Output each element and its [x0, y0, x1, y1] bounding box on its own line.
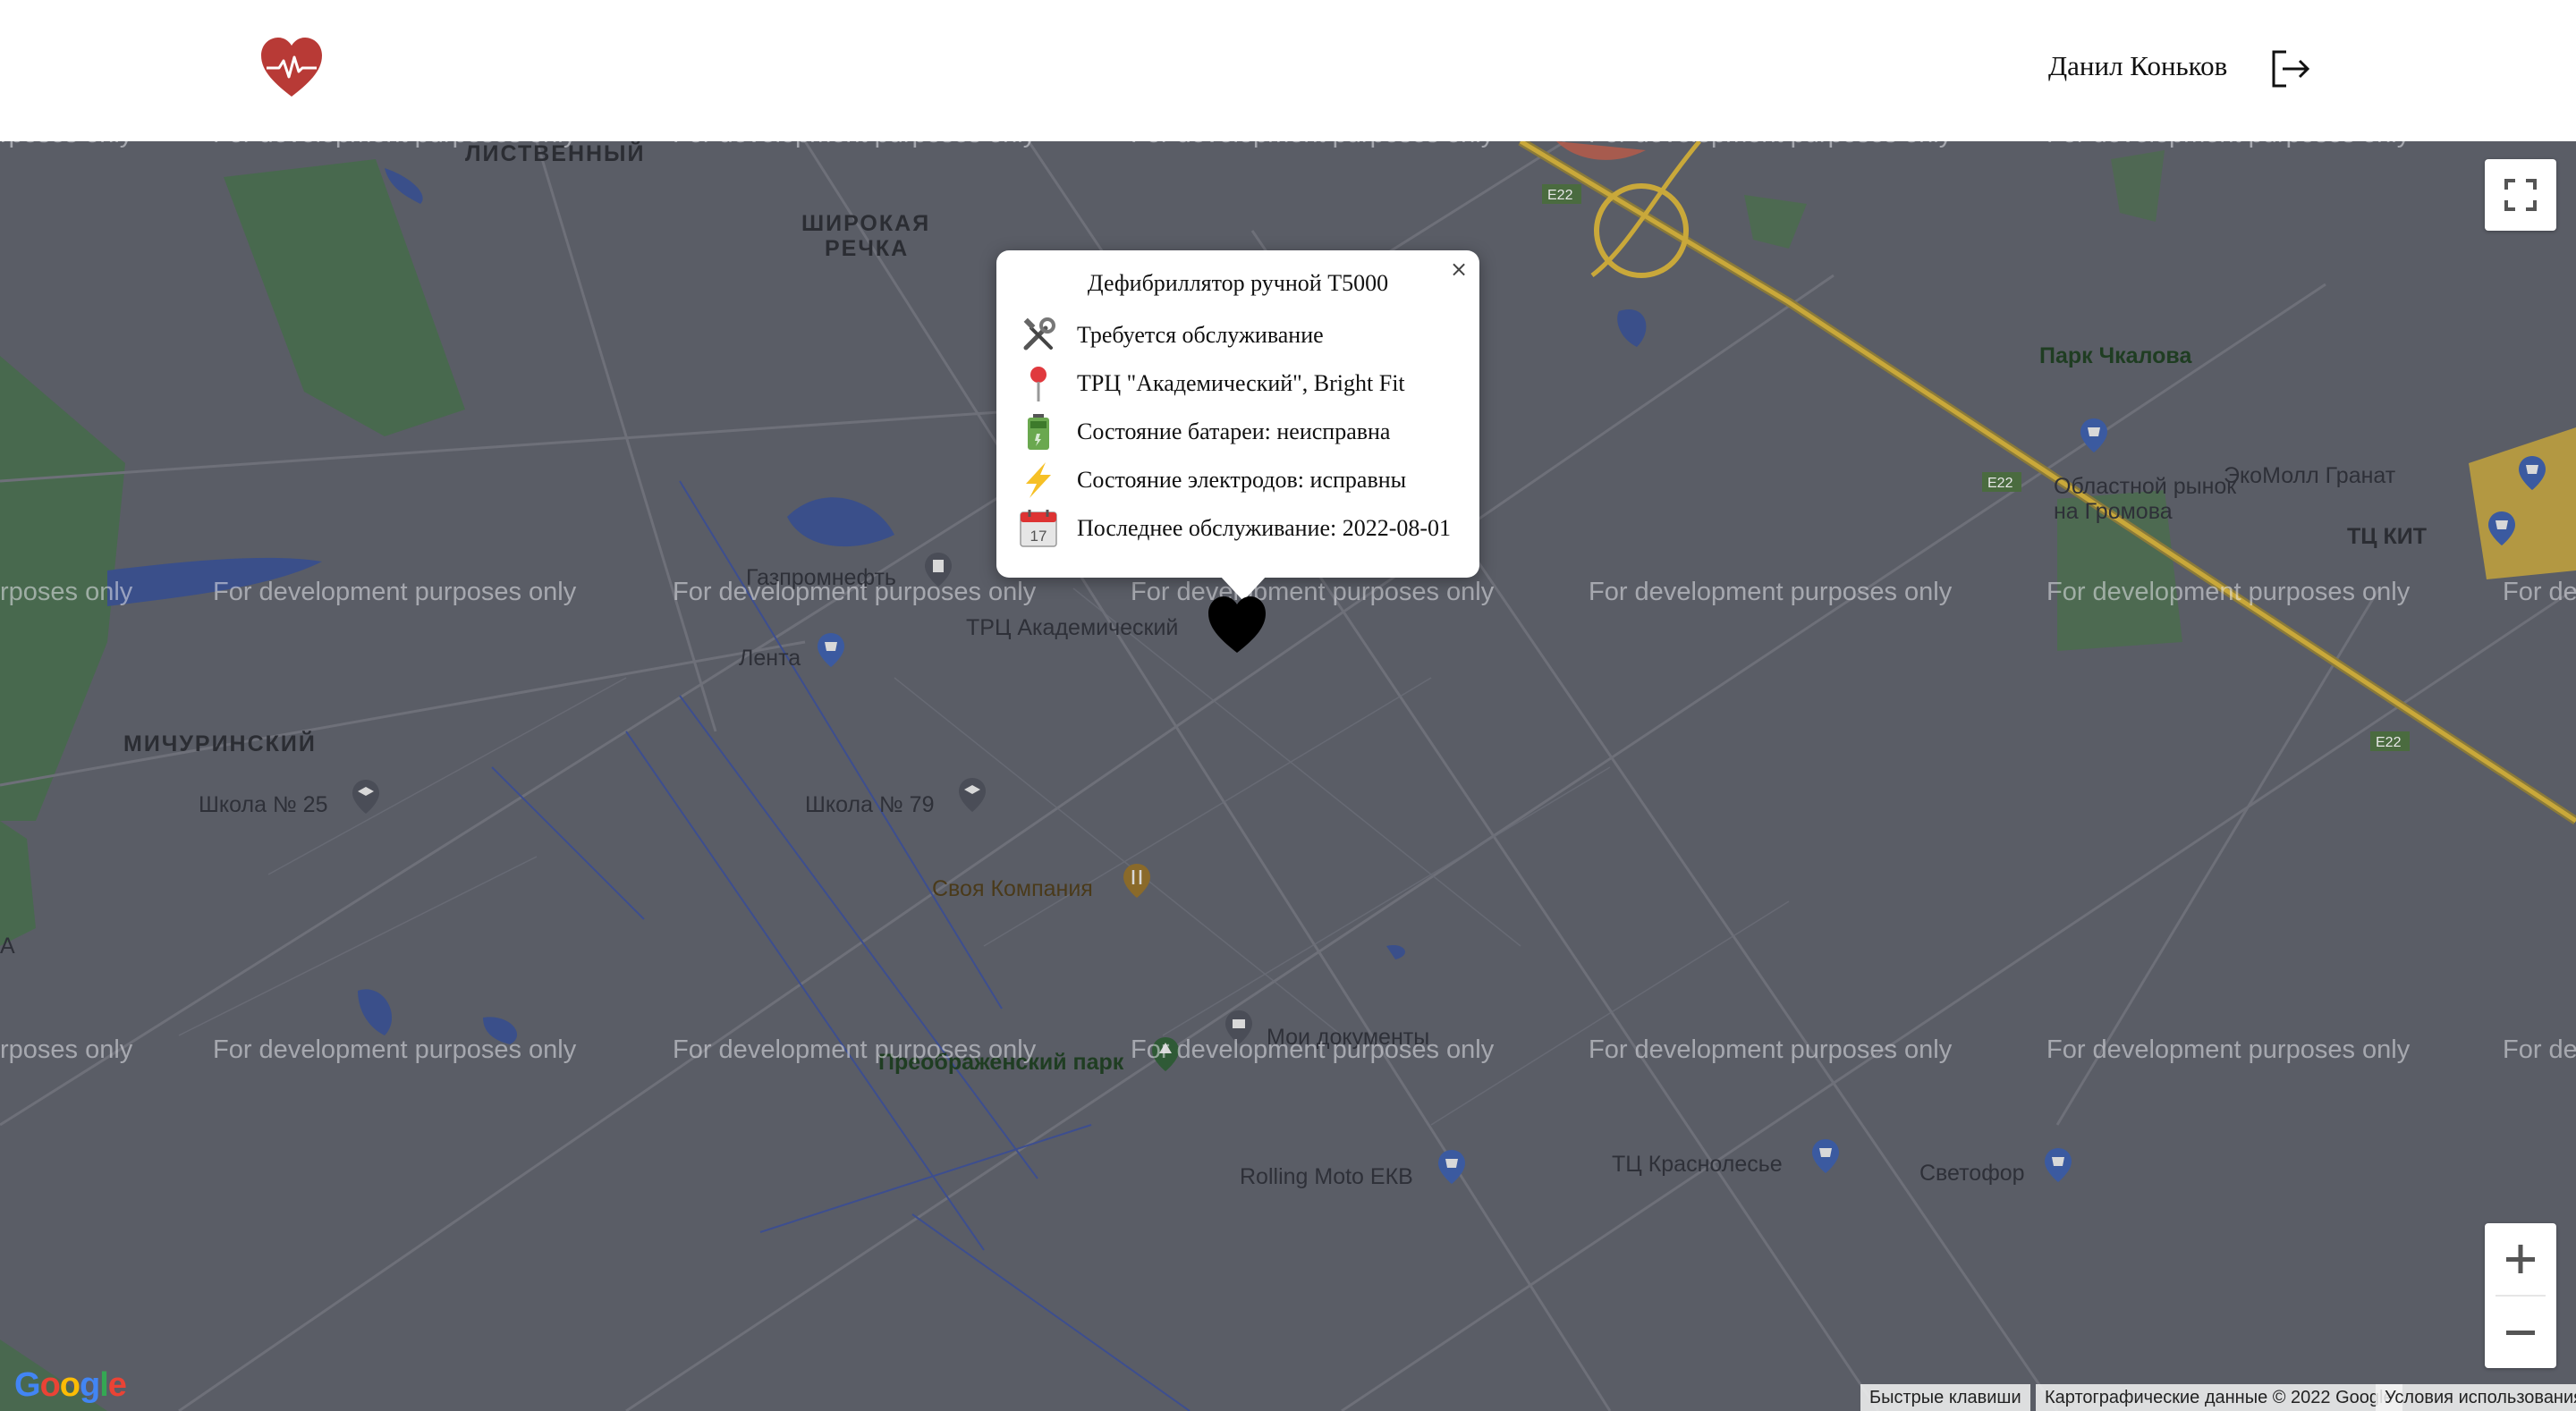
map-label-michurinskiy: МИЧУРИНСКИЙ — [123, 731, 317, 756]
watermark: rposes only — [0, 578, 133, 606]
shop-poi-icon[interactable] — [1436, 1148, 1467, 1186]
heart-pulse-icon[interactable] — [258, 34, 326, 102]
fullscreen-icon — [2504, 179, 2537, 211]
fullscreen-button[interactable] — [2485, 159, 2556, 231]
watermark: For development purposes only — [213, 1035, 577, 1064]
map-label-svoya-kompaniya: Своя Компания — [932, 876, 1093, 901]
tools-icon — [1018, 315, 1059, 356]
watermark: For de — [2503, 578, 2576, 606]
svg-text:E22: E22 — [1987, 476, 2013, 491]
watermark: For development purposes only — [1589, 1035, 1953, 1064]
shop-poi-icon[interactable] — [2487, 510, 2517, 547]
popup-title: Дефибриллятор ручной T5000 — [1087, 270, 1389, 296]
status-text: Требуется обслуживание — [1077, 322, 1324, 348]
logout-icon[interactable] — [2268, 46, 2313, 91]
watermark: For development purposes only — [1131, 141, 1494, 149]
map-label-trc-akademicheskiy: ТРЦ Академический — [966, 615, 1179, 640]
restaurant-poi-icon[interactable] — [1122, 862, 1152, 900]
map-label-lenta: Лента — [739, 646, 801, 671]
watermark: For development purposes only — [673, 578, 1037, 606]
map-label-edge-a: А — [0, 934, 15, 959]
watermark: rposes only — [0, 1035, 133, 1064]
popup-row-electrodes: Состояние электродов: исправны — [1018, 460, 1406, 501]
google-logo[interactable]: Google — [14, 1366, 127, 1405]
shop-poi-icon[interactable] — [2079, 417, 2109, 454]
map-label-shirokaya: ШИРОКАЯ — [801, 211, 931, 236]
map-label-park-chkalova: Парк Чкалова — [2039, 343, 2192, 368]
map-label-shkola-25: Школа № 25 — [199, 792, 328, 817]
watermark: For development purposes only — [2046, 578, 2411, 606]
electrodes-text: Состояние электродов: исправны — [1077, 467, 1407, 493]
map-label-tc-krasnolesye: ТЦ Краснолесье — [1612, 1152, 1783, 1177]
watermark: rposes only — [0, 141, 132, 149]
map-label-tc-kit: ТЦ КИТ — [2347, 524, 2427, 549]
shop-poi-icon[interactable] — [2517, 454, 2547, 492]
zoom-out-button[interactable] — [2485, 1297, 2556, 1368]
map-label-oblastnoy-rynok-1: Областной рынок — [2054, 474, 2237, 499]
device-info-popup: × Дефибриллятор ручной T5000 Требуется о… — [996, 250, 1479, 601]
watermark: For development purposes only — [2046, 141, 2410, 149]
watermark: For development purposes only — [213, 141, 576, 149]
school-poi-icon[interactable] — [351, 778, 381, 815]
shop-poi-icon[interactable] — [2043, 1146, 2073, 1184]
school-poi-icon[interactable] — [957, 776, 987, 814]
popup-row-battery: Состояние батареи: неисправна — [1018, 411, 1390, 452]
svg-text:E22: E22 — [2376, 735, 2402, 750]
user-name[interactable]: Данил Коньков — [2048, 50, 2227, 82]
popup-row-status: Требуется обслуживание — [1018, 315, 1324, 356]
location-text: ТРЦ "Академический", Bright Fit — [1077, 370, 1405, 396]
last-service-text: Последнее обслуживание: 2022-08-01 — [1077, 515, 1452, 541]
map-label-ekomoll: ЭкоМолл Гранат — [2224, 463, 2396, 488]
shop-poi-icon[interactable] — [816, 631, 846, 669]
watermark: For development purposes only — [1589, 578, 1953, 606]
map-label-rechka: РЕЧКА — [825, 236, 910, 261]
watermark: For development purposes only — [673, 141, 1036, 149]
map-label-rolling-moto: Rolling Moto ЕКВ — [1240, 1164, 1413, 1189]
watermark: For de — [2503, 1035, 2576, 1064]
plus-icon — [2506, 1245, 2535, 1273]
heart-marker-icon[interactable] — [1206, 594, 1268, 656]
pin-icon — [1018, 363, 1059, 404]
zoom-controls — [2485, 1223, 2556, 1368]
shop-poi-icon[interactable] — [1810, 1137, 1841, 1175]
map-data-attribution: Картографические данные © 2022 Google — [2036, 1384, 2402, 1411]
map-label-shkola-79: Школа № 79 — [805, 792, 935, 817]
battery-icon — [1018, 411, 1059, 452]
terms-link[interactable]: Условия использования — [2376, 1384, 2576, 1411]
watermark: For development purposes only — [1131, 578, 1495, 606]
watermark: For development purposes only — [1589, 141, 1952, 149]
app-header: Данил Коньков — [0, 0, 2576, 141]
minus-icon — [2506, 1331, 2535, 1335]
keyboard-shortcuts-link[interactable]: Быстрые клавиши — [1860, 1384, 2030, 1411]
map-label-oblastnoy-rynok-2: на Громова — [2054, 499, 2173, 524]
watermark: For development purposes only — [1131, 1035, 1495, 1064]
calendar-icon: 17 — [1018, 508, 1059, 549]
watermark: For development purposes only — [673, 1035, 1037, 1064]
watermark: For development purposes only — [213, 578, 577, 606]
watermark: For development purposes only — [2046, 1035, 2411, 1064]
battery-text: Состояние батареи: неисправна — [1077, 418, 1391, 444]
popup-row-location: ТРЦ "Академический", Bright Fit — [1018, 363, 1405, 404]
lightning-icon — [1018, 460, 1059, 501]
svg-text:E22: E22 — [1547, 188, 1573, 203]
popup-row-last-service: 17 Последнее обслуживание: 2022-08-01 — [1018, 508, 1451, 549]
map-label-svetofor: Светофор — [1919, 1161, 2025, 1186]
calendar-day: 17 — [1030, 528, 1047, 545]
zoom-in-button[interactable] — [2485, 1223, 2556, 1295]
